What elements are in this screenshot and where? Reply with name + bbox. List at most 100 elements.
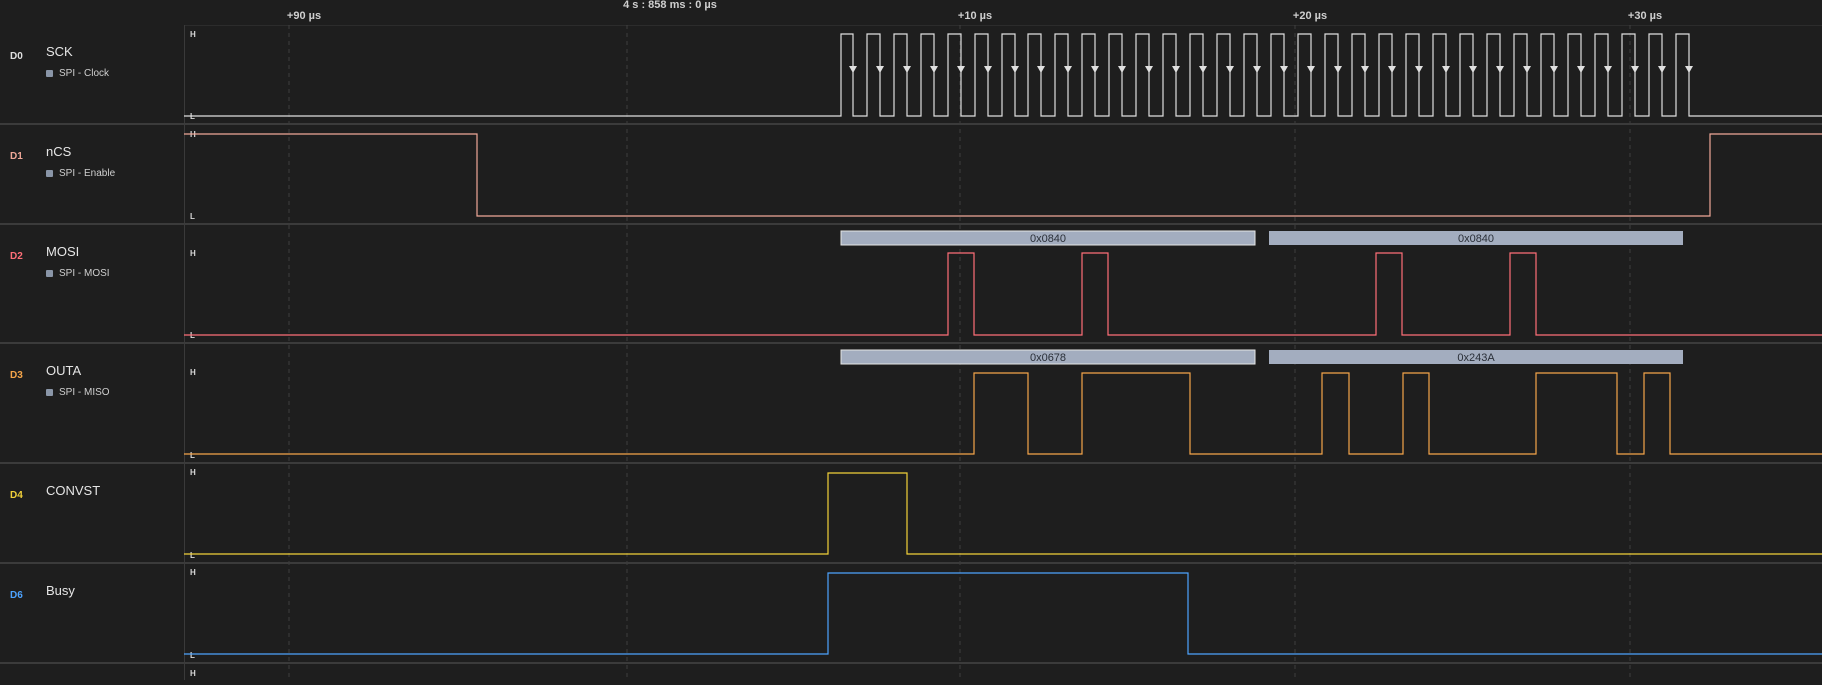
sample-arrow-icon: [1550, 66, 1558, 73]
channel-id: D1: [10, 151, 23, 162]
sample-arrow-icon: [1253, 66, 1261, 73]
row-separator: [184, 562, 1822, 564]
decode-value: 0x0840: [1458, 233, 1494, 245]
channel-label-panel: D0 SCK SPI - Clock D1 nCS SPI - Enable D…: [0, 25, 185, 680]
level-high-label: H: [190, 468, 196, 477]
row-separators: [184, 123, 1822, 664]
sample-arrow-icon: [1145, 66, 1153, 73]
time-marker-90us: +90 µs: [286, 10, 322, 22]
convst-waveform: [184, 472, 1822, 555]
channel-label-d1[interactable]: D1 nCS SPI - Enable: [0, 125, 184, 225]
sample-arrow-icon: [1496, 66, 1504, 73]
level-high-label: H: [190, 30, 196, 39]
time-marker-20us: +20 µs: [1292, 10, 1328, 22]
channel-id: D2: [10, 251, 23, 262]
sample-arrow-icon: [1442, 66, 1450, 73]
sample-arrow-icon: [1658, 66, 1666, 73]
sample-arrow-icon: [903, 66, 911, 73]
sample-arrow-icon: [1199, 66, 1207, 73]
row-separator: [184, 342, 1822, 344]
sample-arrow-icon: [1037, 66, 1045, 73]
channel-id: D0: [10, 51, 23, 62]
time-ruler[interactable]: 4 s : 858 ms : 0 µs +90 µs +10 µs +20 µs…: [0, 0, 1822, 26]
sample-arrow-icon: [876, 66, 884, 73]
analyzer-name: SPI - Clock: [59, 68, 110, 79]
mosi-decode-frame[interactable]: 0x0840: [840, 230, 1256, 246]
time-marker-30us: +30 µs: [1627, 10, 1663, 22]
sample-arrow-icon: [1334, 66, 1342, 73]
sample-arrow-icon: [1361, 66, 1369, 73]
analyzer-swatch-icon: [46, 388, 53, 396]
mosi-waveform: [184, 252, 1822, 336]
level-high-label: H: [190, 368, 196, 377]
decode-value: 0x0840: [1030, 233, 1066, 245]
sample-arrow-icon: [1523, 66, 1531, 73]
channel-id: D6: [10, 590, 23, 601]
analyzer-tag[interactable]: SPI - MISO: [46, 387, 110, 398]
sample-arrow-icon: [984, 66, 992, 73]
logic-analyzer-window: 4 s : 858 ms : 0 µs +90 µs +10 µs +20 µs…: [0, 0, 1822, 680]
decode-value: 0x243A: [1457, 352, 1495, 364]
level-low-label: L: [190, 212, 195, 221]
analyzer-tag[interactable]: SPI - Clock: [46, 68, 109, 79]
waveform-area[interactable]: H L H L H L H L H L H L H 0x0840 0x0840 …: [184, 25, 1822, 680]
channel-name[interactable]: SCK: [46, 44, 73, 59]
sample-arrow-icon: [1685, 66, 1693, 73]
sample-arrow-icon: [1118, 66, 1126, 73]
sample-arrow-icon: [1604, 66, 1612, 73]
outa-waveform: [184, 372, 1822, 455]
channel-id: D3: [10, 370, 23, 381]
sample-arrow-icon: [1011, 66, 1019, 73]
analyzer-name: SPI - Enable: [59, 168, 116, 179]
channel-label-d3[interactable]: D3 OUTA SPI - MISO: [0, 344, 184, 464]
analyzer-name: SPI - MISO: [59, 387, 110, 398]
sample-arrow-icon: [930, 66, 938, 73]
analyzer-tag[interactable]: SPI - Enable: [46, 168, 115, 179]
sck-waveform: [184, 33, 1822, 117]
channel-name[interactable]: nCS: [46, 144, 71, 159]
sample-arrow-icon: [1577, 66, 1585, 73]
channel-label-d4[interactable]: D4 CONVST: [0, 464, 184, 564]
level-high-label: H: [190, 249, 196, 258]
channel-label-d6[interactable]: D6 Busy: [0, 564, 184, 664]
sample-arrow-icon: [849, 66, 857, 73]
channel-label-d2[interactable]: D2 MOSI SPI - MOSI: [0, 225, 184, 344]
time-marker-10us: +10 µs: [957, 10, 993, 22]
channel-label-d0[interactable]: D0 SCK SPI - Clock: [0, 25, 184, 125]
row-separator: [184, 462, 1822, 464]
sample-arrow-icon: [1226, 66, 1234, 73]
sample-arrow-icon: [1469, 66, 1477, 73]
sample-arrow-icon: [1415, 66, 1423, 73]
sample-arrow-icon: [1631, 66, 1639, 73]
sample-arrow-icon: [1172, 66, 1180, 73]
analyzer-swatch-icon: [46, 169, 53, 177]
miso-decode-frame[interactable]: 0x0678: [840, 349, 1256, 365]
decode-value: 0x0678: [1030, 352, 1066, 364]
sample-arrow-icon: [1064, 66, 1072, 73]
level-low-label: L: [190, 451, 195, 460]
row-separator: [184, 123, 1822, 125]
ncs-waveform: [184, 133, 1822, 217]
channel-name[interactable]: CONVST: [46, 483, 100, 498]
level-low-label: L: [190, 651, 195, 660]
channel-name[interactable]: MOSI: [46, 244, 79, 259]
analyzer-swatch-icon: [46, 69, 53, 77]
busy-waveform: [184, 572, 1822, 655]
analyzer-tag[interactable]: SPI - MOSI: [46, 268, 110, 279]
row-separator: [184, 223, 1822, 225]
miso-decode-frame[interactable]: 0x243A: [1269, 350, 1683, 364]
sample-arrow-icon: [1280, 66, 1288, 73]
analyzer-swatch-icon: [46, 269, 53, 277]
sample-arrow-icon: [1307, 66, 1315, 73]
time-reference: 4 s : 858 ms : 0 µs: [623, 0, 717, 11]
row-separator: [184, 662, 1822, 664]
channel-name[interactable]: OUTA: [46, 363, 81, 378]
channel-name[interactable]: Busy: [46, 583, 75, 598]
level-low-label: L: [190, 551, 195, 560]
sample-arrow-icon: [957, 66, 965, 73]
channel-id: D4: [10, 490, 23, 501]
mosi-decode-frame[interactable]: 0x0840: [1269, 231, 1683, 245]
analyzer-name: SPI - MOSI: [59, 268, 110, 279]
sample-arrow-icon: [1388, 66, 1396, 73]
level-high-label: H: [190, 568, 196, 577]
